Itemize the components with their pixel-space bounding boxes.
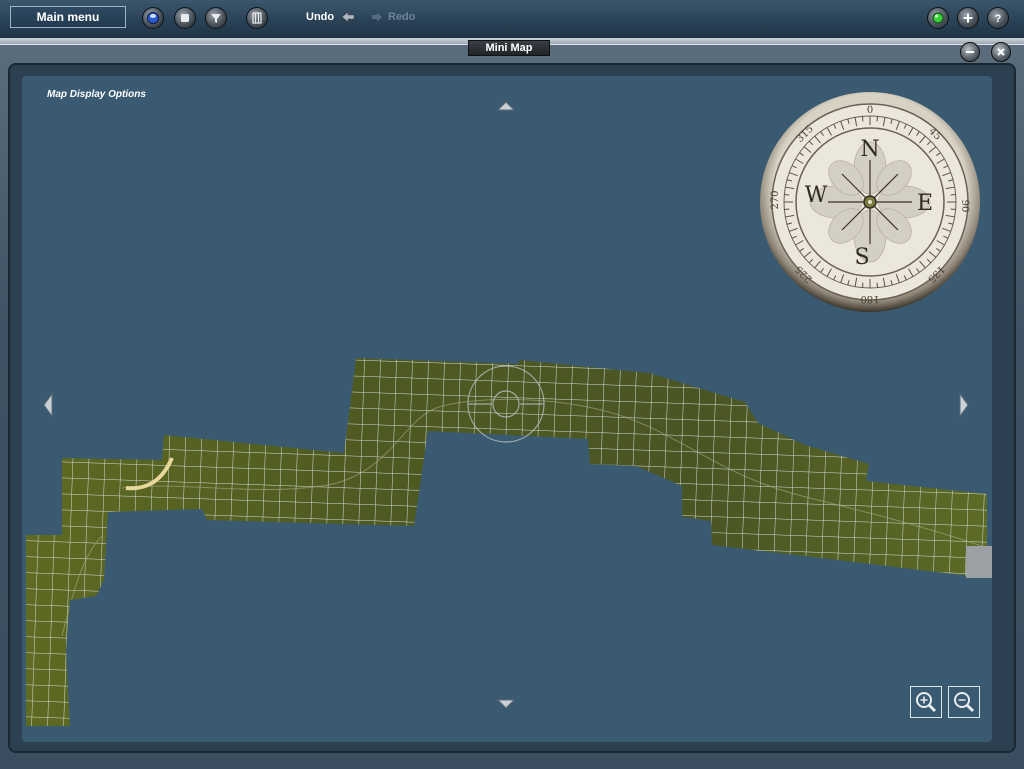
compass-south-label: S [854,245,869,270]
compass-degree-label: 270 [770,190,781,209]
close-icon[interactable] [991,42,1011,62]
compass-east-label: E [917,191,933,216]
redo-arrow-icon[interactable] [370,10,384,24]
map-display-options-button[interactable]: Map Display Options [47,89,146,100]
undo-arrow-icon[interactable] [340,9,356,25]
top-toolbar: Main menu Undo Redo ? [0,0,1024,39]
compass-rose: 0 45 90 135 180 225 270 315 [758,90,982,314]
compass-north-label: N [860,137,879,162]
plus-icon[interactable] [957,7,979,29]
scroll-down-arrow-icon[interactable] [496,698,516,710]
svg-text:?: ? [995,13,1002,25]
redo-button[interactable]: Redo [388,11,416,23]
filter-icon[interactable] [205,7,227,29]
main-menu-button[interactable]: Main menu [10,6,126,28]
undo-button[interactable]: Undo [306,11,334,23]
zoom-in-icon[interactable] [910,686,942,718]
compass-degree-label: 0 [867,105,873,116]
scroll-left-arrow-icon[interactable] [42,392,54,418]
help-icon[interactable]: ? [987,7,1009,29]
minimize-icon[interactable] [960,42,980,62]
status-light-icon[interactable] [927,7,949,29]
compass-degree-label: 180 [860,293,879,304]
grid-icon[interactable] [246,7,268,29]
window-title: Mini Map [468,40,550,56]
compass-degree-label: 90 [959,200,970,213]
compass-west-label: W [805,183,828,208]
globe-icon[interactable] [142,7,164,29]
mini-map-canvas[interactable]: Map Display Options 0 45 90 13 [22,76,992,742]
scroll-right-arrow-icon[interactable] [958,392,970,418]
stop-icon[interactable] [174,7,196,29]
zoom-out-icon[interactable] [948,686,980,718]
scroll-up-arrow-icon[interactable] [496,100,516,112]
